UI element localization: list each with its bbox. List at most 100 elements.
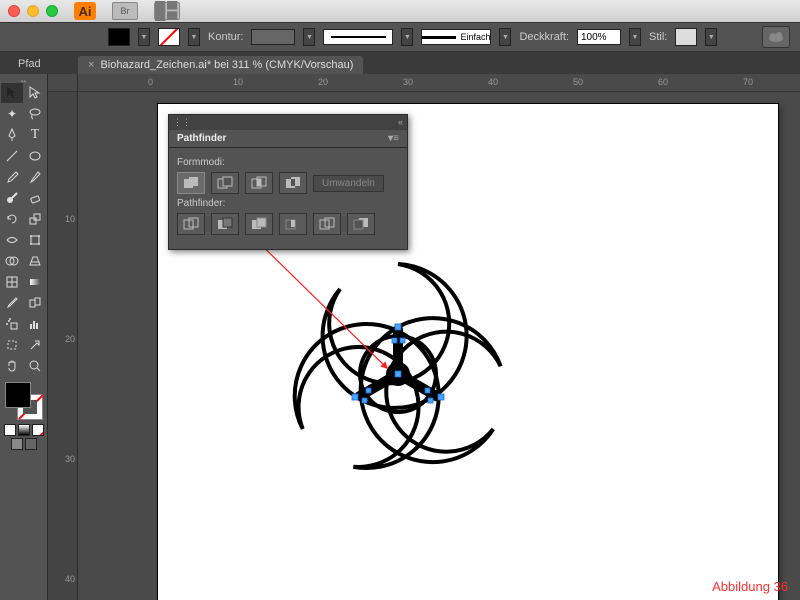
perspective-tool[interactable] bbox=[24, 251, 46, 271]
opacity-dropdown[interactable]: ▼ bbox=[629, 28, 641, 46]
hand-tool[interactable] bbox=[1, 356, 23, 376]
document-tab-title: Biohazard_Zeichen.ai* bei 311 % (CMYK/Vo… bbox=[100, 59, 353, 71]
document-tabbar: × Biohazard_Zeichen.ai* bei 311 % (CMYK/… bbox=[0, 52, 800, 74]
unite-button[interactable] bbox=[177, 172, 205, 194]
slice-tool[interactable] bbox=[24, 335, 46, 355]
ruler-tick: 40 bbox=[488, 77, 498, 87]
screen-mode-row bbox=[11, 438, 37, 450]
ruler-tick: 20 bbox=[49, 334, 75, 344]
ruler-tick: 60 bbox=[658, 77, 668, 87]
paintbrush-tool[interactable] bbox=[1, 167, 23, 187]
width-tool[interactable] bbox=[1, 230, 23, 250]
panel-collapse-icon[interactable]: ⋮⋮ bbox=[173, 117, 191, 128]
pen-tool[interactable] bbox=[1, 125, 23, 145]
stroke-weight-input[interactable] bbox=[251, 29, 295, 45]
macos-titlebar: Ai Br bbox=[0, 0, 800, 22]
horizontal-ruler: 0 10 20 30 40 50 60 70 bbox=[78, 74, 800, 92]
expand-button[interactable]: Umwandeln bbox=[313, 175, 384, 192]
panel-tab-pathfinder[interactable]: Pathfinder ▾≡ bbox=[169, 130, 407, 148]
biohazard-artwork[interactable] bbox=[248, 224, 548, 524]
stroke-swatch[interactable] bbox=[158, 28, 180, 46]
opacity-input[interactable] bbox=[577, 29, 621, 45]
color-mode-none[interactable] bbox=[32, 424, 44, 436]
draw-mode-button[interactable] bbox=[25, 438, 37, 450]
color-mode-solid[interactable] bbox=[4, 424, 16, 436]
exclude-button[interactable] bbox=[279, 172, 307, 194]
ruler-tick: 10 bbox=[233, 77, 243, 87]
ruler-tick: 50 bbox=[573, 77, 583, 87]
close-tab-icon[interactable]: × bbox=[88, 59, 94, 71]
minimize-window-button[interactable] bbox=[27, 5, 39, 17]
color-mode-gradient[interactable] bbox=[18, 424, 30, 436]
crop-button[interactable] bbox=[279, 213, 307, 235]
style-swatch[interactable] bbox=[675, 28, 697, 46]
direct-selection-tool[interactable] bbox=[24, 83, 46, 103]
app-logo-icon: Ai bbox=[74, 2, 96, 20]
fill-stroke-indicator[interactable] bbox=[5, 382, 43, 420]
color-mode-row bbox=[4, 424, 44, 436]
line-tool[interactable] bbox=[1, 146, 23, 166]
eyedropper-tool[interactable] bbox=[1, 293, 23, 313]
panel-minimize-icon[interactable]: « bbox=[398, 117, 403, 128]
stroke-profile-dropdown[interactable]: ▼ bbox=[401, 28, 413, 46]
graph-tool[interactable] bbox=[24, 314, 46, 334]
close-window-button[interactable] bbox=[8, 5, 20, 17]
divide-button[interactable] bbox=[177, 213, 205, 235]
free-transform-tool[interactable] bbox=[24, 230, 46, 250]
panel-menu-icon[interactable]: ▾≡ bbox=[388, 133, 399, 144]
artboard-tool[interactable] bbox=[1, 335, 23, 355]
figure-caption: Abbildung 36 bbox=[712, 579, 788, 594]
selection-type-label: Pfad bbox=[10, 54, 41, 72]
panel-header[interactable]: ⋮⋮ « bbox=[169, 115, 407, 130]
brush-dropdown[interactable]: ▼ bbox=[499, 28, 511, 46]
kontur-label: Kontur: bbox=[208, 31, 243, 43]
shape-modes-label: Formmodi: bbox=[177, 157, 399, 168]
screen-mode-button[interactable] bbox=[11, 438, 23, 450]
minus-back-button[interactable] bbox=[347, 213, 375, 235]
style-dropdown[interactable]: ▼ bbox=[705, 28, 717, 46]
zoom-window-button[interactable] bbox=[46, 5, 58, 17]
magic-wand-tool[interactable]: ✦ bbox=[1, 104, 23, 124]
stroke-profile[interactable] bbox=[323, 29, 393, 45]
intersect-button[interactable] bbox=[245, 172, 273, 194]
symbol-sprayer-tool[interactable] bbox=[1, 314, 23, 334]
ellipse-tool[interactable] bbox=[24, 146, 46, 166]
shape-builder-tool[interactable] bbox=[1, 251, 23, 271]
merge-button[interactable] bbox=[245, 213, 273, 235]
fill-swatch[interactable] bbox=[108, 28, 130, 46]
stroke-weight-dropdown[interactable]: ▼ bbox=[303, 28, 315, 46]
mesh-tool[interactable] bbox=[1, 272, 23, 292]
cloud-sync-icon[interactable] bbox=[762, 26, 790, 48]
ruler-tick: 0 bbox=[148, 77, 153, 87]
document-tab[interactable]: × Biohazard_Zeichen.ai* bei 311 % (CMYK/… bbox=[78, 56, 363, 74]
stroke-dropdown[interactable]: ▼ bbox=[188, 28, 200, 46]
scale-tool[interactable] bbox=[24, 209, 46, 229]
pathfinder-ops-label: Pathfinder: bbox=[177, 198, 399, 209]
selection-tool[interactable] bbox=[1, 83, 23, 103]
window-controls bbox=[8, 5, 58, 17]
blend-tool[interactable] bbox=[24, 293, 46, 313]
arrange-docs-button[interactable] bbox=[154, 2, 180, 20]
trim-button[interactable] bbox=[211, 213, 239, 235]
fill-dropdown[interactable]: ▼ bbox=[138, 28, 150, 46]
ruler-tick: 30 bbox=[403, 77, 413, 87]
blob-brush-tool[interactable] bbox=[1, 188, 23, 208]
rotate-tool[interactable] bbox=[1, 209, 23, 229]
ruler-tick: 20 bbox=[318, 77, 328, 87]
ruler-tick: 70 bbox=[743, 77, 753, 87]
pathfinder-panel[interactable]: ⋮⋮ « Pathfinder ▾≡ Formmodi: Umwandeln P… bbox=[168, 114, 408, 250]
canvas-area[interactable]: 0 10 20 30 40 50 60 70 bbox=[78, 74, 800, 600]
bridge-button[interactable]: Br bbox=[112, 2, 138, 20]
style-label: Stil: bbox=[649, 31, 667, 43]
zoom-tool[interactable] bbox=[24, 356, 46, 376]
pencil-tool[interactable] bbox=[24, 167, 46, 187]
eraser-tool[interactable] bbox=[24, 188, 46, 208]
lasso-tool[interactable] bbox=[24, 104, 46, 124]
brush-definition[interactable]: Einfach bbox=[421, 29, 491, 45]
outline-button[interactable] bbox=[313, 213, 341, 235]
minus-front-button[interactable] bbox=[211, 172, 239, 194]
control-bar: ▼ ▼ Kontur: ▼ ▼ Einfach▼ Deckkraft: ▼ St… bbox=[0, 22, 800, 52]
gradient-tool[interactable] bbox=[24, 272, 46, 292]
type-tool[interactable]: T bbox=[24, 125, 46, 145]
fill-color-box[interactable] bbox=[5, 382, 31, 408]
